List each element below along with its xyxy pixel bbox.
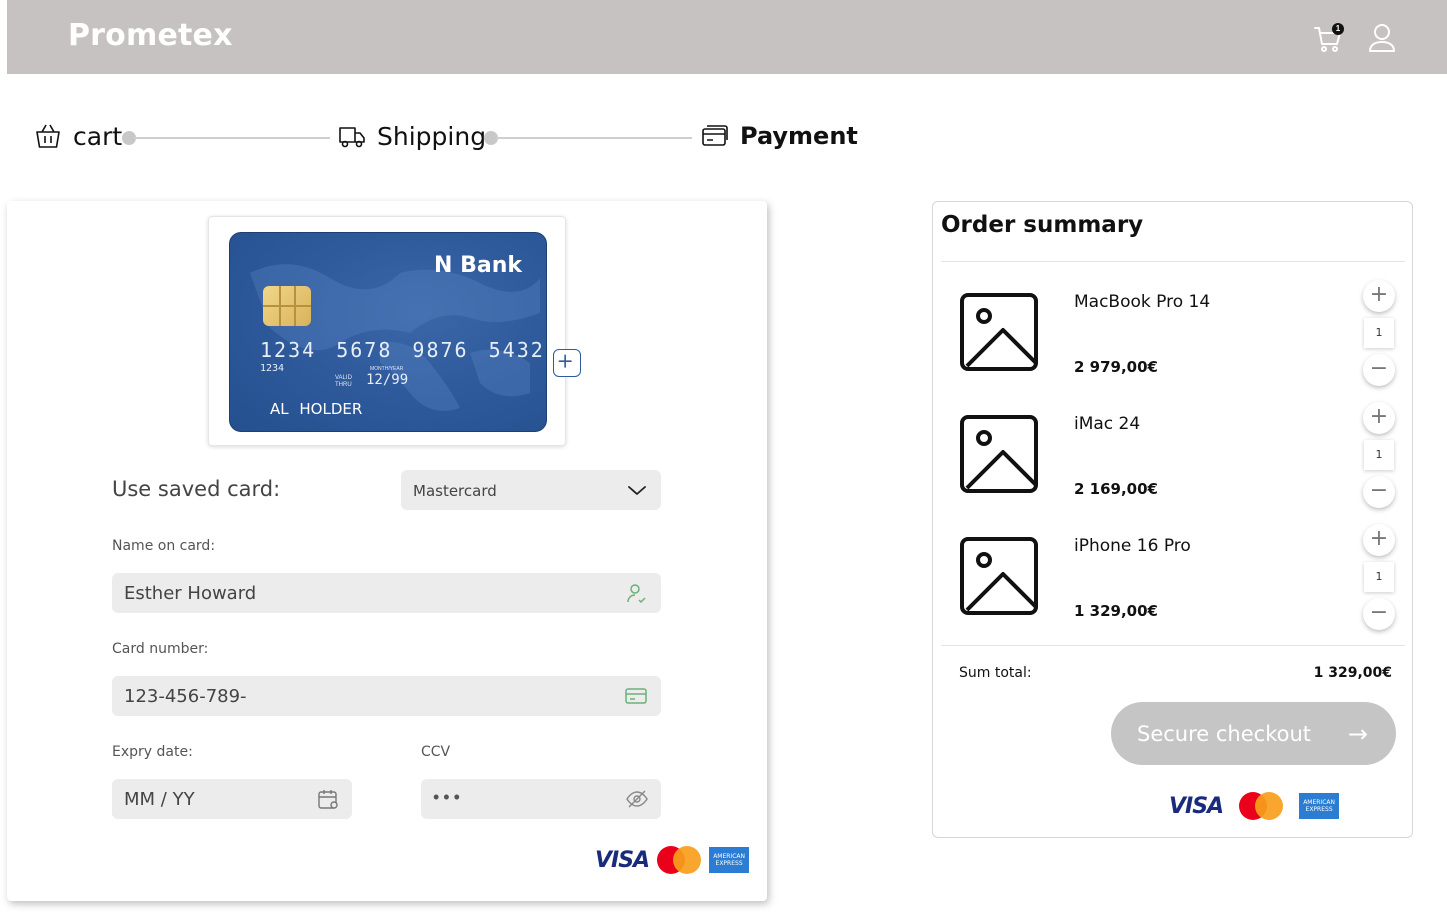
ccv-label: CCV xyxy=(421,744,451,760)
image-placeholder-icon xyxy=(960,415,1038,493)
mastercard-logo xyxy=(657,846,702,874)
decrease-quantity-button[interactable]: − xyxy=(1363,598,1395,630)
order-item: iPhone 16 Pro 1 329,00€ + 1 − xyxy=(933,524,1414,636)
credit-card-preview[interactable]: N Bank 1234 5678 9876 5432 1234 MONTH/YE… xyxy=(229,232,547,432)
card-number-label: Card number: xyxy=(112,641,209,657)
visa-logo: VISA xyxy=(1169,793,1224,819)
credit-card-icon xyxy=(702,125,728,146)
truck-icon xyxy=(339,127,365,148)
item-price: 2 979,00€ xyxy=(1074,358,1158,376)
secure-checkout-button[interactable]: Secure checkout → xyxy=(1111,702,1396,765)
ccv-value: ••• xyxy=(433,787,464,807)
valid-thru-label: VALID THRU xyxy=(335,375,352,388)
decrease-quantity-button[interactable]: − xyxy=(1363,354,1395,386)
plus-icon xyxy=(558,354,572,368)
name-on-card-value: Esther Howard xyxy=(124,583,257,604)
saved-card-select[interactable]: Mastercard xyxy=(401,470,661,510)
card-preview-frame: N Bank 1234 5678 9876 5432 1234 MONTH/YE… xyxy=(208,216,581,446)
card-holder-display: AL HOLDER xyxy=(270,400,363,418)
basket-icon xyxy=(36,124,60,148)
card-expiry-display: 12/99 xyxy=(366,372,409,388)
order-item: MacBook Pro 14 2 979,00€ + 1 − xyxy=(933,280,1414,392)
decrease-quantity-button[interactable]: − xyxy=(1363,476,1395,508)
item-name: iMac 24 xyxy=(1074,414,1141,434)
step-shipping[interactable]: Shipping xyxy=(337,121,486,151)
name-on-card-label: Name on card: xyxy=(112,538,216,554)
card-number-value: 123-456-789- xyxy=(124,686,247,707)
saved-card-label: Use saved card: xyxy=(112,477,281,501)
sum-total-label: Sum total: xyxy=(959,665,1032,681)
step-shipping-label: Shipping xyxy=(377,121,487,151)
quantity-value[interactable]: 1 xyxy=(1364,318,1394,348)
bank-name: N Bank xyxy=(434,253,522,278)
chevron-down-icon xyxy=(628,486,646,495)
sum-total-value: 1 329,00€ xyxy=(1313,665,1392,681)
step-cart[interactable]: cart xyxy=(33,121,122,151)
brand-logo[interactable]: Prometex xyxy=(68,18,233,53)
quantity-value[interactable]: 1 xyxy=(1364,562,1394,592)
card-chip xyxy=(263,286,311,326)
increase-quantity-button[interactable]: + xyxy=(1363,280,1395,312)
user-icon[interactable] xyxy=(1367,22,1397,54)
step-cart-label: cart xyxy=(73,121,123,151)
payment-logos: VISA AMERICAN EXPRESS xyxy=(1169,792,1340,820)
item-price: 1 329,00€ xyxy=(1074,602,1158,620)
cart-count-badge: 1 xyxy=(1332,23,1344,35)
card-number-field[interactable]: 123-456-789- xyxy=(112,676,661,716)
image-placeholder-icon xyxy=(960,537,1038,615)
expiry-label: Expry date: xyxy=(112,744,193,760)
eye-off-icon[interactable] xyxy=(625,787,649,811)
amex-logo: AMERICAN EXPRESS xyxy=(709,847,750,873)
summary-title: Order summary xyxy=(941,212,1144,238)
item-name: iPhone 16 Pro xyxy=(1074,536,1191,556)
card-number-display: 1234 5678 9876 5432 xyxy=(260,338,545,362)
order-item: iMac 24 2 169,00€ + 1 − xyxy=(933,402,1414,514)
mastercard-logo xyxy=(1239,792,1284,820)
payment-logos: VISA AMERICAN EXPRESS xyxy=(595,846,750,874)
visa-logo: VISA xyxy=(595,847,650,873)
checkout-label: Secure checkout xyxy=(1137,721,1311,746)
increase-quantity-button[interactable]: + xyxy=(1363,402,1395,434)
step-connector xyxy=(496,137,692,139)
payment-panel: N Bank 1234 5678 9876 5432 1234 MONTH/YE… xyxy=(7,201,767,901)
item-price: 2 169,00€ xyxy=(1074,480,1158,498)
expiry-placeholder: MM / YY xyxy=(124,789,195,810)
calendar-icon xyxy=(318,790,338,809)
expiry-field[interactable]: MM / YY xyxy=(112,779,352,819)
order-summary-panel: Order summary MacBook Pro 14 2 979,00€ +… xyxy=(932,201,1413,838)
card-small-number: 1234 xyxy=(260,363,285,374)
add-card-button[interactable] xyxy=(553,349,581,377)
user-check-icon xyxy=(627,584,646,604)
name-on-card-field[interactable]: Esther Howard xyxy=(112,573,661,613)
step-connector xyxy=(134,137,330,139)
image-placeholder-icon xyxy=(960,293,1038,371)
card-icon xyxy=(625,688,647,704)
quantity-value[interactable]: 1 xyxy=(1364,440,1394,470)
amex-logo: AMERICAN EXPRESS xyxy=(1299,793,1340,819)
top-header: Prometex xyxy=(7,0,1447,74)
ccv-field[interactable]: ••• xyxy=(421,779,661,819)
step-payment-label: Payment xyxy=(740,122,858,150)
divider xyxy=(941,645,1405,646)
arrow-right-icon: → xyxy=(1347,720,1368,748)
increase-quantity-button[interactable]: + xyxy=(1363,524,1395,556)
step-payment[interactable]: Payment xyxy=(700,121,858,151)
item-name: MacBook Pro 14 xyxy=(1074,292,1211,312)
saved-card-value: Mastercard xyxy=(413,482,497,500)
divider xyxy=(941,261,1405,262)
